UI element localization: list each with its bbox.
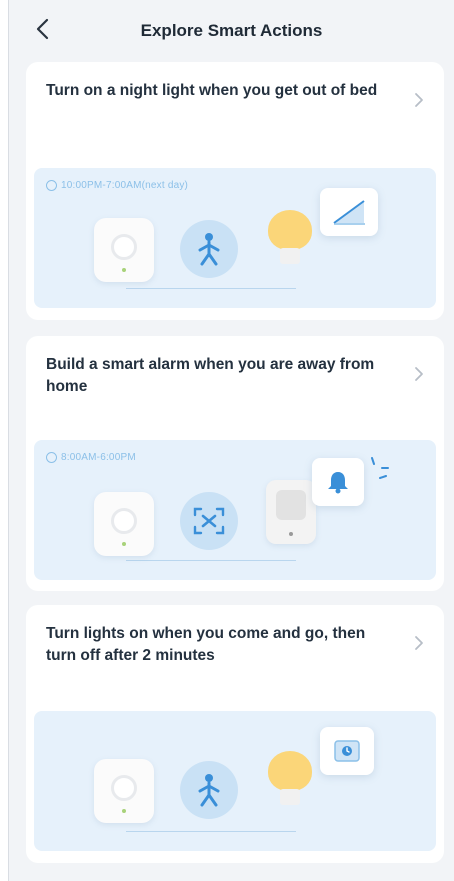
- scene-illustration: 8:00AM-6:00PM: [34, 440, 436, 580]
- back-button[interactable]: [27, 14, 57, 44]
- clock-icon: [46, 452, 57, 463]
- card-title: Build a smart alarm when you are away fr…: [46, 356, 375, 395]
- connection-line: [126, 288, 296, 289]
- alert-marks-icon: [371, 457, 389, 479]
- card-header[interactable]: Turn lights on when you come and go, the…: [26, 605, 444, 701]
- brightness-ramp-icon: [320, 188, 378, 236]
- light-bulb-icon: [268, 751, 312, 811]
- time-range-text: 10:00PM-7:00AM(next day): [61, 180, 189, 191]
- hub-icon: [94, 492, 154, 556]
- hub-icon: [94, 759, 154, 823]
- card-header[interactable]: Turn on a night light when you get out o…: [26, 62, 444, 158]
- light-bulb-icon: [268, 210, 312, 270]
- card-title: Turn on a night light when you get out o…: [46, 82, 378, 99]
- smart-action-card-lights-come-go[interactable]: Turn lights on when you come and go, the…: [26, 605, 444, 863]
- time-range: 8:00AM-6:00PM: [46, 452, 136, 463]
- timer-icon: [320, 727, 374, 775]
- bell-icon: [312, 458, 364, 506]
- clock-icon: [46, 180, 57, 191]
- hub-icon: [94, 218, 154, 282]
- connection-line: [126, 560, 296, 561]
- chevron-right-icon: [415, 367, 423, 381]
- card-header[interactable]: Build a smart alarm when you are away fr…: [26, 336, 444, 432]
- chevron-right-icon: [415, 636, 423, 650]
- scene-illustration: [34, 711, 436, 851]
- time-range-text: 8:00AM-6:00PM: [61, 452, 136, 463]
- chevron-right-icon: [415, 93, 423, 107]
- camera-scan-icon: [180, 492, 238, 550]
- smart-action-card-night-light[interactable]: Turn on a night light when you get out o…: [26, 62, 444, 320]
- motion-sensor-icon: [180, 220, 238, 278]
- window-edge: [0, 0, 9, 881]
- chevron-left-icon: [36, 18, 49, 40]
- header: Explore Smart Actions: [9, 0, 454, 62]
- motion-sensor-icon: [180, 761, 238, 819]
- time-range: 10:00PM-7:00AM(next day): [46, 180, 188, 191]
- scene-illustration: 10:00PM-7:00AM(next day): [34, 168, 436, 308]
- smart-plug-icon: [266, 480, 316, 544]
- page-title: Explore Smart Actions: [140, 21, 323, 40]
- connection-line: [126, 831, 296, 832]
- smart-action-card-smart-alarm[interactable]: Build a smart alarm when you are away fr…: [26, 336, 444, 591]
- card-title: Turn lights on when you come and go, the…: [46, 625, 366, 664]
